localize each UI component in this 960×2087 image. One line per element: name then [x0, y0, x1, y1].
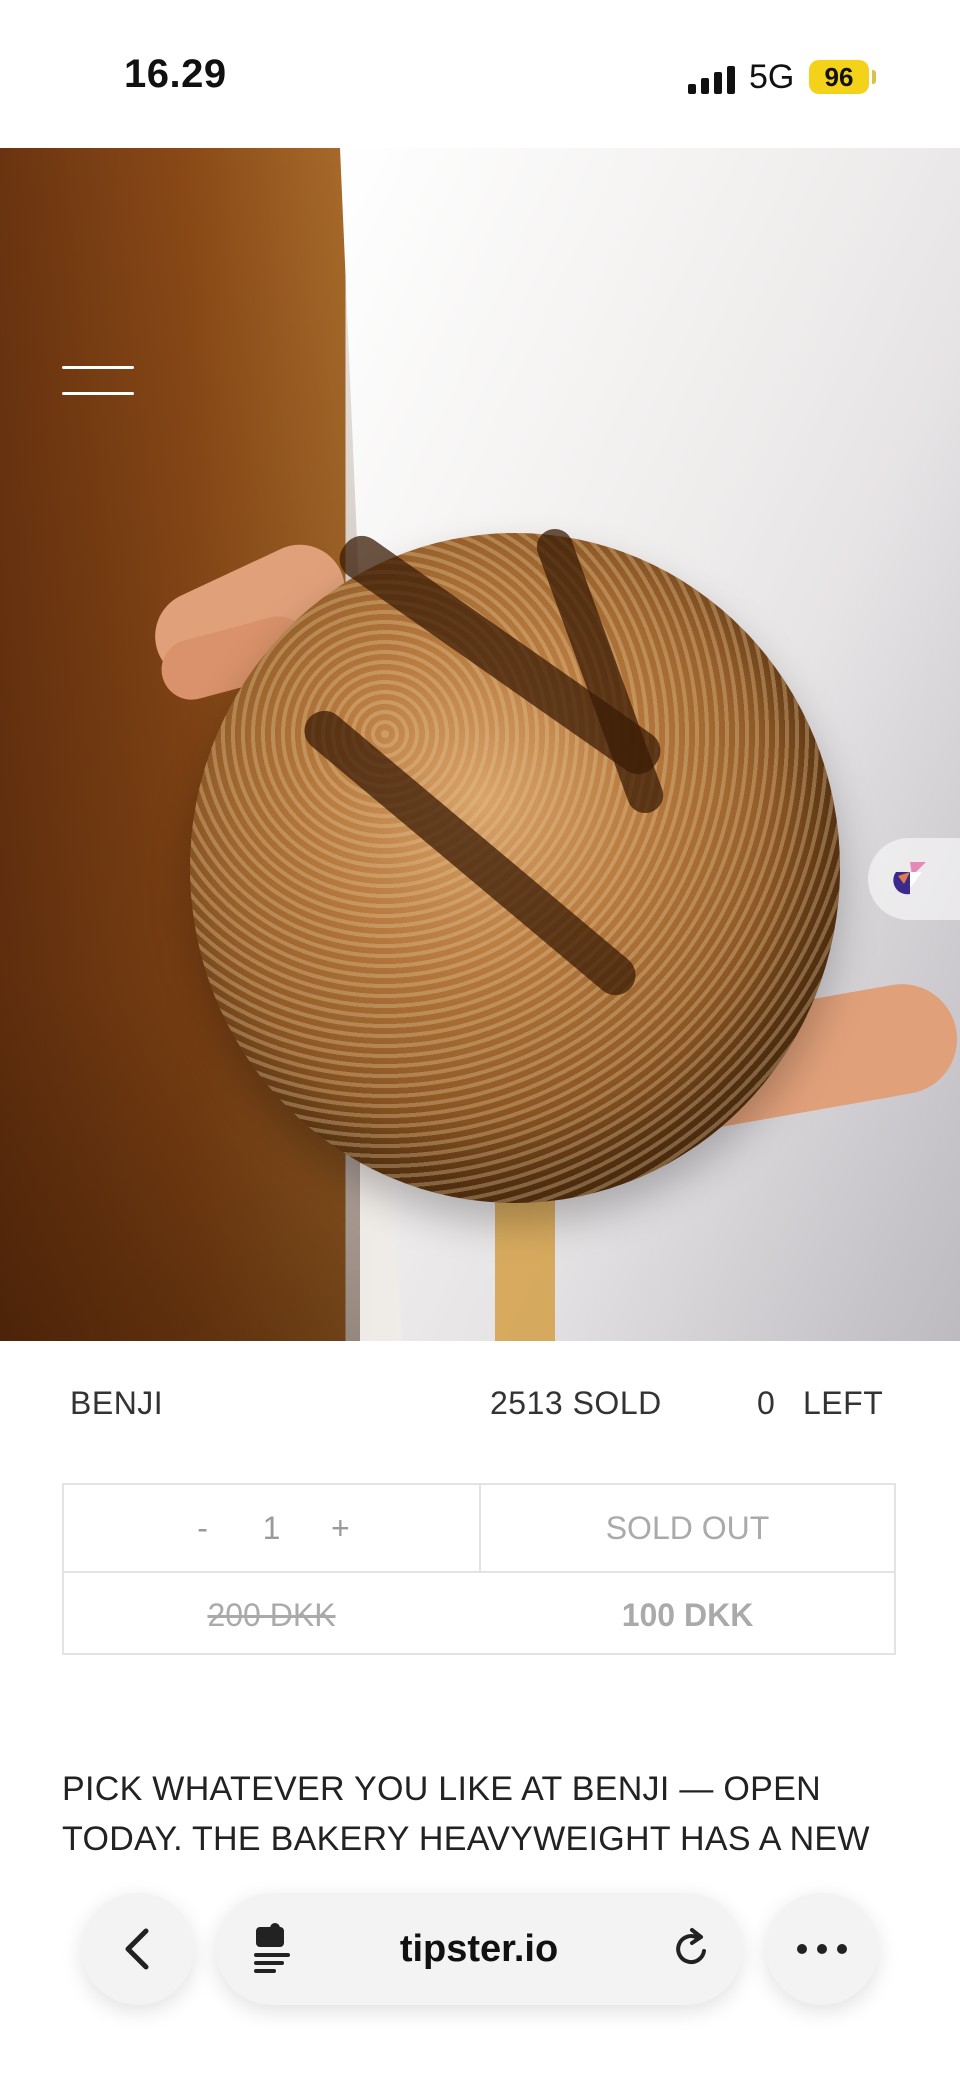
signal-icon: [688, 66, 736, 94]
sold-out-button[interactable]: SOLD OUT: [481, 1485, 894, 1571]
original-price: 200 DKK: [207, 1597, 336, 1633]
bird-logo-icon: [893, 862, 926, 895]
increment-button[interactable]: +: [320, 1485, 360, 1571]
sold-count: 2513 SOLD: [490, 1385, 662, 1421]
address-bar[interactable]: tipster.io: [216, 1893, 742, 2005]
assistant-bubble-button[interactable]: [868, 838, 960, 920]
quantity-stepper: - 1 +: [64, 1485, 479, 1571]
status-bar: 16.29 5G 96: [0, 0, 960, 148]
left-count: 0: [757, 1385, 776, 1421]
bread-loaf: [190, 523, 840, 1203]
back-button[interactable]: [82, 1893, 194, 2005]
left-label: LEFT: [803, 1385, 884, 1421]
battery-tip: [872, 70, 876, 84]
status-time: 16.29: [124, 52, 227, 96]
reload-icon[interactable]: [670, 1927, 714, 1971]
decrement-button[interactable]: -: [183, 1485, 223, 1571]
back-chevron-icon: [125, 1928, 149, 1970]
battery-icon: 96: [809, 60, 869, 94]
more-options-button[interactable]: [766, 1893, 878, 2005]
description-line-2: TODAY. THE BAKERY HEAVYWEIGHT HAS A NEW: [62, 1820, 870, 1858]
purchase-panel: - 1 + SOLD OUT 200 DKK 100 DKK: [62, 1483, 896, 1655]
description-line-1: PICK WHATEVER YOU LIKE AT BENJI — OPEN: [62, 1770, 821, 1808]
network-label: 5G: [749, 58, 795, 96]
url-text[interactable]: tipster.io: [216, 1893, 742, 2005]
product-name: BENJI: [70, 1385, 164, 1421]
more-dots-icon: [797, 1944, 847, 1954]
hamburger-menu-icon[interactable]: [62, 366, 134, 398]
quantity-value[interactable]: 1: [232, 1485, 312, 1571]
product-hero-image[interactable]: [0, 148, 960, 1341]
sale-price: 100 DKK: [621, 1597, 754, 1633]
product-description: PICK WHATEVER YOU LIKE AT BENJI — OPEN T…: [62, 1764, 922, 1864]
